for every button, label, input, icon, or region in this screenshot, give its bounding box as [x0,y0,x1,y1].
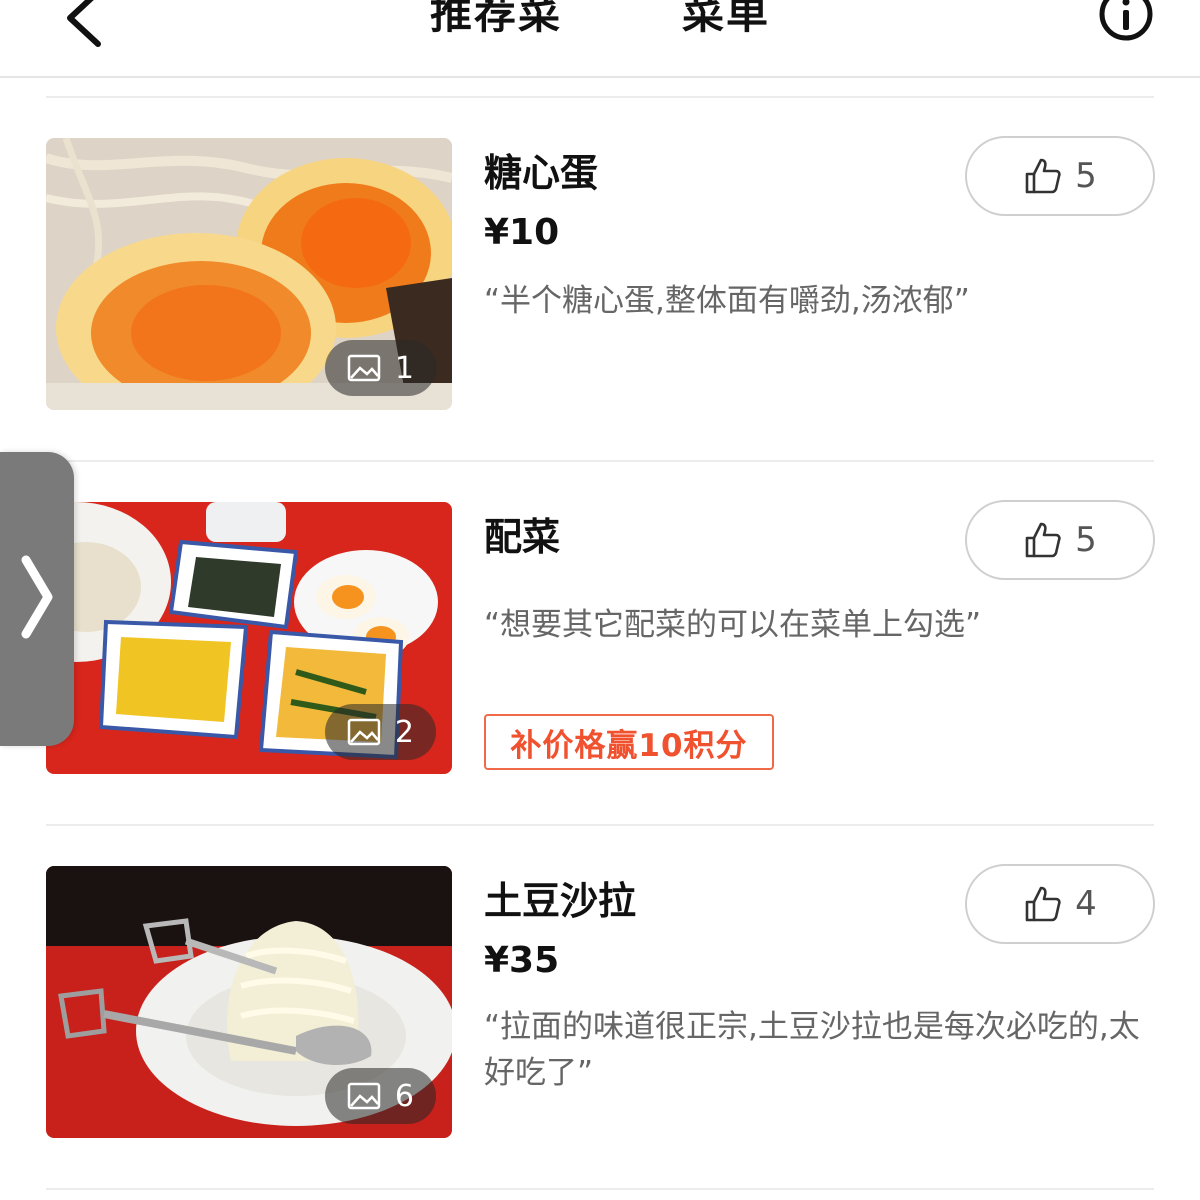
photo-count-badge: 2 [324,704,436,760]
divider [46,1188,1154,1190]
dish-photo[interactable]: 2 [46,502,452,774]
tab-menu[interactable]: 菜单 [682,0,770,41]
top-nav-bar: 推荐菜 菜单 [0,0,1200,78]
photo-count-badge: 6 [324,1068,436,1124]
back-arrow-icon[interactable] [58,0,118,50]
dish-item-soft-boiled-egg[interactable]: 1 糖心蛋 ¥10 “半个糖心蛋,整体面有嚼劲,汤浓郁” 5 [0,136,1200,410]
divider [46,96,1154,98]
dish-item-potato-salad[interactable]: 6 土豆沙拉 ¥35 “拉面的味道很正宗,土豆沙拉也是每次必吃的,太好吃了” 4 [0,864,1200,1138]
tab-recommended-label: 推荐菜 [430,0,563,38]
dish-review-quote: “想要其它配菜的可以在菜单上勾选” [484,607,982,643]
divider [46,460,1154,462]
like-button[interactable]: 5 [965,136,1155,216]
photo-count: 2 [394,714,414,750]
like-button[interactable]: 4 [965,864,1155,944]
image-icon [347,1082,381,1110]
dish-photo[interactable]: 6 [46,866,452,1138]
dish-price: ¥10 [484,212,560,253]
chevron-right-icon [21,555,53,639]
tab-menu-label: 菜单 [682,0,771,38]
photo-count: 6 [394,1078,414,1114]
info-icon[interactable] [1098,0,1154,42]
thumbs-up-icon [1025,158,1061,194]
like-count: 4 [1075,884,1097,924]
divider [46,824,1154,826]
tab-recommended[interactable]: 推荐菜 [430,0,563,41]
photo-count: 1 [394,350,414,386]
dish-price: ¥35 [484,940,560,981]
dish-review-quote: “拉面的味道很正宗,土豆沙拉也是每次必吃的,太好吃了” [484,1009,1140,1091]
side-panel-handle[interactable] [0,452,74,746]
dish-item-side-dishes[interactable]: 2 配菜 “想要其它配菜的可以在菜单上勾选” 补价格赢10积分 5 [0,500,1200,774]
like-count: 5 [1075,520,1097,560]
dish-name: 配菜 [484,515,561,559]
like-count: 5 [1075,156,1097,196]
like-button[interactable]: 5 [965,500,1155,580]
dish-name: 糖心蛋 [484,151,599,195]
photo-count-badge: 1 [324,340,436,396]
dish-name: 土豆沙拉 [484,879,637,923]
image-icon [347,718,381,746]
image-icon [347,354,381,382]
dish-review-quote: “半个糖心蛋,整体面有嚼劲,汤浓郁” [484,283,970,319]
dish-photo[interactable]: 1 [46,138,452,410]
thumbs-up-icon [1025,886,1061,922]
thumbs-up-icon [1025,522,1061,558]
add-price-promo-button[interactable]: 补价格赢10积分 [484,714,774,770]
